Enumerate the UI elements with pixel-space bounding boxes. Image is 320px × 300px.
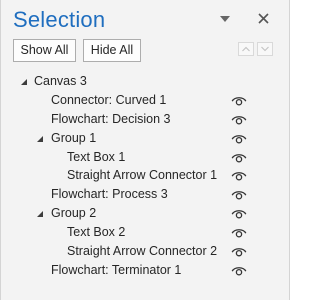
selection-pane: Selection Show All Hide All Canvas 3 Conn…: [0, 0, 290, 300]
arrow-down-icon: [261, 46, 269, 52]
tree-item-label: Straight Arrow Connector 2: [67, 244, 218, 259]
eye-icon[interactable]: [231, 264, 247, 277]
hide-all-button[interactable]: Hide All: [83, 39, 141, 62]
tree-item[interactable]: Text Box 2: [1, 223, 289, 242]
send-backward-button[interactable]: [257, 42, 273, 56]
tree-item-label: Flowchart: Terminator 1: [51, 262, 182, 277]
arrow-up-icon: [242, 46, 250, 52]
tree-item-label: Straight Arrow Connector 1: [67, 168, 218, 183]
close-icon[interactable]: [255, 10, 273, 28]
tree-item[interactable]: Text Box 1: [1, 148, 289, 167]
tree-item-label: Connector: Curved 1: [51, 92, 167, 107]
eye-icon[interactable]: [231, 169, 247, 182]
tree-item-label: Canvas 3: [34, 74, 87, 88]
tree-item[interactable]: Straight Arrow Connector 2: [1, 242, 289, 261]
triangle-expanded-icon[interactable]: [36, 135, 44, 143]
show-all-button[interactable]: Show All: [13, 39, 76, 62]
eye-icon[interactable]: [231, 151, 247, 164]
tree-item[interactable]: Canvas 3: [1, 72, 289, 91]
triangle-expanded-icon[interactable]: [20, 78, 28, 86]
eye-icon[interactable]: [231, 245, 247, 258]
bring-forward-button[interactable]: [238, 42, 254, 56]
tree-item-label: Flowchart: Decision 3: [51, 111, 171, 126]
selection-tree: Canvas 3 Connector: Curved 1 Flowchart: De…: [1, 72, 289, 280]
eye-icon[interactable]: [231, 94, 247, 107]
eye-icon[interactable]: [231, 132, 247, 145]
tree-item[interactable]: Connector: Curved 1: [1, 91, 289, 110]
tree-item[interactable]: Straight Arrow Connector 1: [1, 166, 289, 185]
pane-title: Selection: [13, 7, 106, 32]
chevron-down-icon[interactable]: [217, 12, 233, 26]
tree-item-label: Flowchart: Process 3: [51, 187, 168, 202]
eye-icon[interactable]: [231, 207, 247, 220]
eye-icon[interactable]: [231, 226, 247, 239]
tree-item[interactable]: Flowchart: Decision 3: [1, 110, 289, 129]
tree-item-label: Text Box 2: [67, 225, 126, 240]
tree-item-label: Group 1: [51, 130, 97, 145]
tree-item-label: Text Box 1: [67, 149, 126, 164]
triangle-expanded-icon[interactable]: [36, 210, 44, 218]
tree-item[interactable]: Group 2: [1, 204, 289, 223]
tree-item[interactable]: Flowchart: Terminator 1: [1, 261, 289, 280]
eye-icon[interactable]: [231, 188, 247, 201]
eye-icon[interactable]: [231, 113, 247, 126]
tree-item[interactable]: Group 1: [1, 129, 289, 148]
tree-item-label: Group 2: [51, 206, 97, 221]
tree-item[interactable]: Flowchart: Process 3: [1, 185, 289, 204]
